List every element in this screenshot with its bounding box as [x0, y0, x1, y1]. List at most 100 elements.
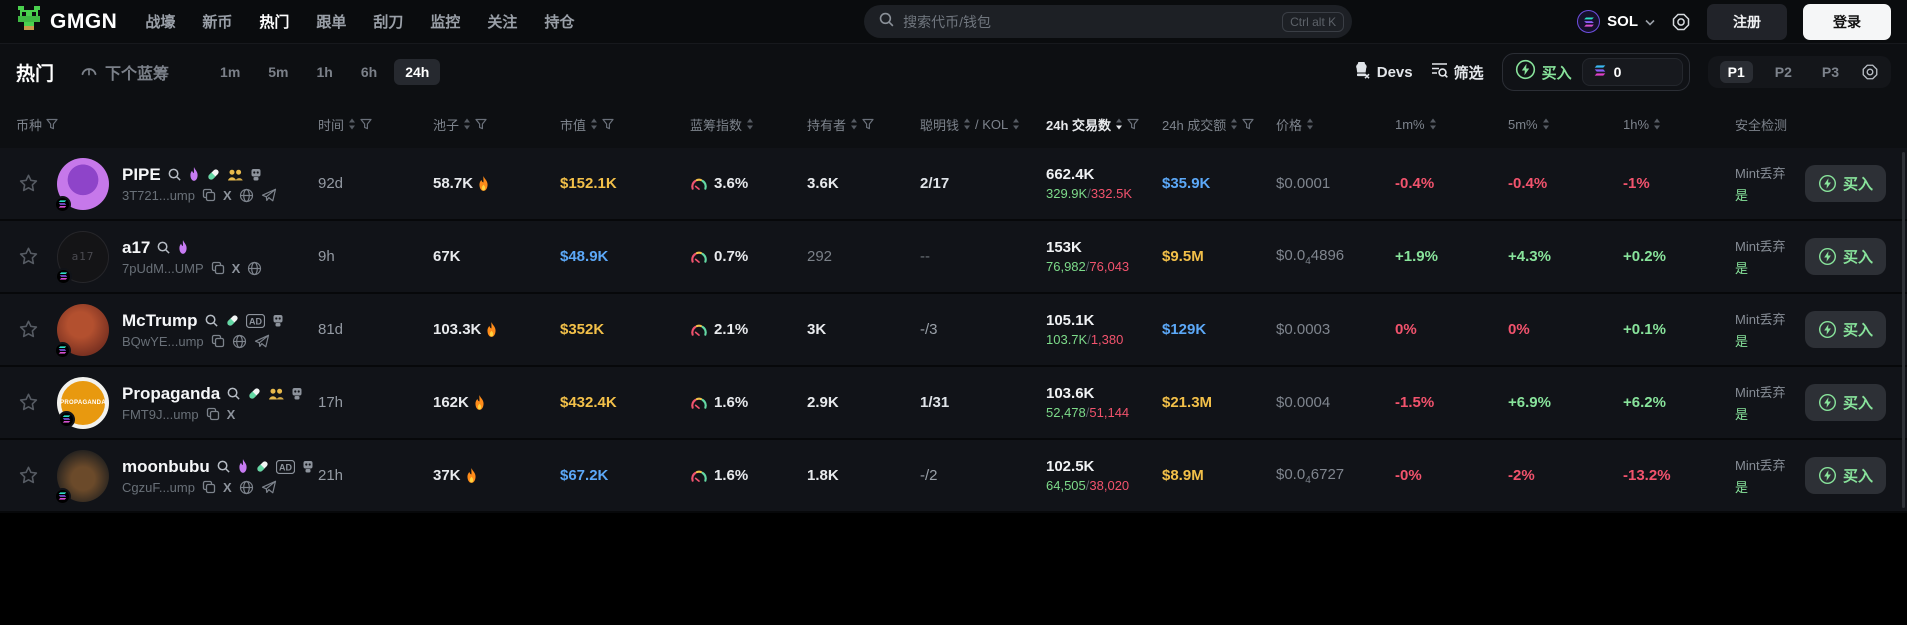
token-address[interactable]: BQwYE...ump [122, 334, 204, 349]
preset-p1[interactable]: P1 [1719, 61, 1753, 83]
search-icon[interactable] [167, 167, 182, 182]
token-cell[interactable]: a17 a17 7pUdM...UMP X [0, 230, 318, 285]
preset-settings-icon[interactable] [1861, 63, 1879, 81]
col-header-mcap[interactable]: 市值 [560, 115, 690, 134]
buy-amount-input[interactable]: 0 [1581, 58, 1683, 86]
globe-icon[interactable] [239, 480, 254, 495]
token-cell[interactable]: McTrump AD BQwYE...ump [0, 303, 318, 359]
buy-button[interactable]: 买入 [1805, 311, 1887, 348]
copy-icon[interactable] [211, 334, 225, 348]
nav-holdings[interactable]: 持仓 [544, 11, 574, 32]
token-name[interactable]: moonbubu [122, 457, 210, 477]
copy-icon[interactable] [211, 261, 225, 275]
nav-copytrade[interactable]: 跟单 [316, 11, 346, 32]
sort-icon[interactable] [1115, 118, 1123, 130]
filter-button[interactable]: 筛选 [1431, 62, 1484, 83]
token-cell[interactable]: moonbubu AD CgzuF...ump X [0, 449, 318, 505]
sort-icon[interactable] [1230, 118, 1238, 130]
sort-icon[interactable] [1306, 118, 1314, 130]
next-bluechip-toggle[interactable]: 下个蓝筹 [80, 60, 169, 84]
table-row[interactable]: moonbubu AD CgzuF...ump X 21h 37K $67.2K… [0, 440, 1907, 513]
scrollbar[interactable] [1902, 152, 1905, 508]
sort-icon[interactable] [850, 118, 858, 130]
globe-icon[interactable] [232, 334, 247, 349]
telegram-icon[interactable] [261, 480, 277, 494]
token-cell[interactable]: PROPAGANDA Propaganda FMT9J...ump X [0, 376, 318, 429]
token-avatar[interactable] [54, 303, 109, 359]
x-icon[interactable]: X [223, 480, 232, 495]
token-name[interactable]: a17 [122, 238, 150, 258]
token-name[interactable]: McTrump [122, 311, 198, 331]
search-icon[interactable] [226, 386, 241, 401]
col-header-chg-5m[interactable]: 5m% [1508, 117, 1623, 132]
filter-funnel-icon[interactable] [1127, 118, 1139, 130]
col-header-chg-1m[interactable]: 1m% [1395, 117, 1508, 132]
token-avatar[interactable] [54, 449, 109, 505]
token-avatar[interactable]: PROPAGANDA [57, 376, 109, 429]
sort-icon[interactable] [1012, 118, 1020, 130]
x-icon[interactable]: X [227, 407, 236, 422]
table-row[interactable]: PIPE 3T721...ump X 92d 58.7K $152.1K 3.6… [0, 148, 1907, 221]
nav-sniper[interactable]: 刮刀 [373, 11, 403, 32]
col-header-chg-1h[interactable]: 1h% [1623, 117, 1735, 132]
sort-icon[interactable] [1429, 118, 1437, 130]
sort-icon[interactable] [463, 118, 471, 130]
search-icon[interactable] [216, 459, 231, 474]
favorite-star-icon[interactable] [18, 392, 39, 413]
timeframe-5m[interactable]: 5m [257, 59, 299, 85]
token-address[interactable]: 3T721...ump [122, 188, 195, 203]
token-avatar[interactable]: a17 [55, 230, 109, 285]
filter-funnel-icon[interactable] [1242, 118, 1254, 130]
telegram-icon[interactable] [261, 188, 277, 202]
sort-icon[interactable] [963, 118, 971, 130]
timeframe-1m[interactable]: 1m [209, 59, 251, 85]
col-header-age[interactable]: 时间 [318, 115, 433, 134]
buy-button[interactable]: 买入 [1805, 238, 1887, 275]
devs-toggle[interactable]: Devs [1352, 59, 1413, 83]
token-name[interactable]: Propaganda [122, 384, 220, 404]
token-address[interactable]: FMT9J...ump [122, 407, 199, 422]
search-icon[interactable] [156, 240, 171, 255]
favorite-star-icon[interactable] [18, 319, 39, 340]
nav-monitor[interactable]: 监控 [430, 11, 460, 32]
col-header-pool[interactable]: 池子 [433, 115, 560, 134]
buy-button[interactable]: 买入 [1805, 384, 1887, 421]
sort-icon[interactable] [1653, 118, 1661, 130]
table-row[interactable]: McTrump AD BQwYE...ump 81d 103.3K $352K … [0, 294, 1907, 367]
token-address[interactable]: CgzuF...ump [122, 480, 195, 495]
search-box[interactable]: Ctrl alt K [864, 5, 1353, 38]
search-input[interactable] [903, 13, 1275, 30]
nav-watchlist[interactable]: 关注 [487, 11, 517, 32]
table-row[interactable]: a17 a17 7pUdM...UMP X 9h 67K $48.9K 0.7%… [0, 221, 1907, 294]
col-header-bluechip[interactable]: 蓝筹指数 [690, 115, 807, 134]
x-icon[interactable]: X [223, 188, 232, 203]
sort-icon[interactable] [348, 118, 356, 130]
col-header-txs[interactable]: 24h 交易数 [1046, 115, 1162, 134]
nav-trending[interactable]: 热门 [259, 11, 289, 32]
sort-icon[interactable] [746, 118, 754, 130]
timeframe-6h[interactable]: 6h [350, 59, 388, 85]
col-header-token[interactable]: 币种 [0, 115, 318, 134]
favorite-star-icon[interactable] [18, 246, 39, 267]
copy-icon[interactable] [202, 188, 216, 202]
preset-p2[interactable]: P2 [1767, 61, 1800, 83]
col-header-holders[interactable]: 持有者 [807, 115, 920, 134]
token-cell[interactable]: PIPE 3T721...ump X [0, 157, 318, 213]
buy-button[interactable]: 买入 [1805, 165, 1887, 202]
quick-buy-label[interactable]: 买入 [1542, 62, 1572, 83]
sort-icon[interactable] [590, 118, 598, 130]
brand-logo[interactable]: GMGN [16, 6, 117, 37]
token-name[interactable]: PIPE [122, 165, 161, 185]
settings-icon[interactable] [1671, 12, 1691, 32]
copy-icon[interactable] [206, 407, 220, 421]
chain-selector[interactable]: SOL [1577, 10, 1655, 33]
col-header-volume[interactable]: 24h 成交额 [1162, 115, 1276, 134]
token-address[interactable]: 7pUdM...UMP [122, 261, 204, 276]
nav-trench[interactable]: 战壕 [145, 11, 175, 32]
globe-icon[interactable] [247, 261, 262, 276]
filter-funnel-icon[interactable] [602, 118, 614, 130]
filter-funnel-icon[interactable] [46, 118, 58, 130]
search-icon[interactable] [204, 313, 219, 328]
favorite-star-icon[interactable] [18, 465, 39, 486]
filter-funnel-icon[interactable] [475, 118, 487, 130]
